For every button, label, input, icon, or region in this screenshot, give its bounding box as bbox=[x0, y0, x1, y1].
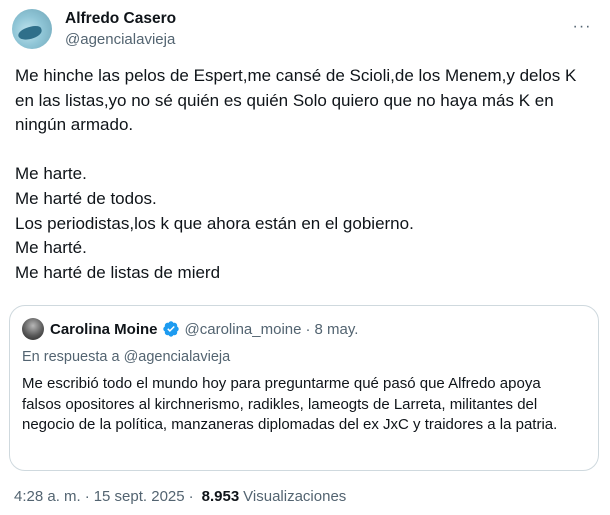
meta-separator: · bbox=[188, 488, 194, 505]
tweet-line: Los periodistas,los k que ahora están en… bbox=[15, 213, 414, 233]
tweet-meta: 4:28 a. m. · 15 sept. 2025 · 8.953 Visua… bbox=[14, 488, 346, 505]
tweet-line: Me harté de listas de mierd bbox=[15, 262, 221, 282]
tweet-time[interactable]: 4:28 a. m. bbox=[14, 488, 81, 505]
meta-separator: · bbox=[84, 488, 90, 505]
tweet-line-gap bbox=[15, 138, 595, 163]
quoted-author-display-name: Carolina Moine bbox=[50, 320, 158, 338]
quoted-reply-context: En respuesta a @agencialavieja bbox=[22, 349, 231, 365]
tweet-line: Me harte. bbox=[15, 164, 87, 184]
author-display-name[interactable]: Alfredo Casero bbox=[65, 9, 176, 28]
author-avatar[interactable] bbox=[12, 9, 52, 49]
tweet-header: Alfredo Casero @agencialavieja ··· bbox=[12, 5, 598, 53]
tweet-line: Me harté de todos. bbox=[15, 188, 157, 208]
views-count: 8.953 bbox=[201, 488, 240, 505]
author-names: Alfredo Casero @agencialavieja bbox=[65, 9, 176, 49]
quoted-tweet-text: Me escribió todo el mundo hoy para pregu… bbox=[22, 375, 558, 433]
quoted-separator: · bbox=[305, 320, 311, 338]
tweet-text: Me hinche las pelos de Espert,me cansé d… bbox=[15, 64, 595, 285]
views-label: Visualizaciones bbox=[243, 488, 347, 505]
quoted-tweet[interactable]: Carolina Moine @carolina_moine · 8 may. … bbox=[9, 305, 599, 471]
author-handle[interactable]: @agencialavieja bbox=[65, 30, 176, 49]
tweet-line: Me hinche las pelos de Espert,me cansé d… bbox=[15, 66, 577, 135]
tweet-line: Me harté. bbox=[15, 238, 87, 258]
tweet-date[interactable]: 15 sept. 2025 bbox=[94, 488, 185, 505]
more-horizontal-icon: ··· bbox=[572, 18, 592, 35]
quoted-tweet-header: Carolina Moine @carolina_moine · 8 may. bbox=[22, 318, 586, 340]
more-options-button[interactable]: ··· bbox=[570, 15, 594, 39]
tweet-card: Alfredo Casero @agencialavieja ··· Me hi… bbox=[0, 0, 610, 515]
verified-badge-icon bbox=[162, 321, 179, 337]
quoted-author-avatar bbox=[22, 318, 44, 340]
quoted-author-handle: @carolina_moine bbox=[184, 320, 302, 338]
quoted-date: 8 may. bbox=[314, 320, 359, 338]
